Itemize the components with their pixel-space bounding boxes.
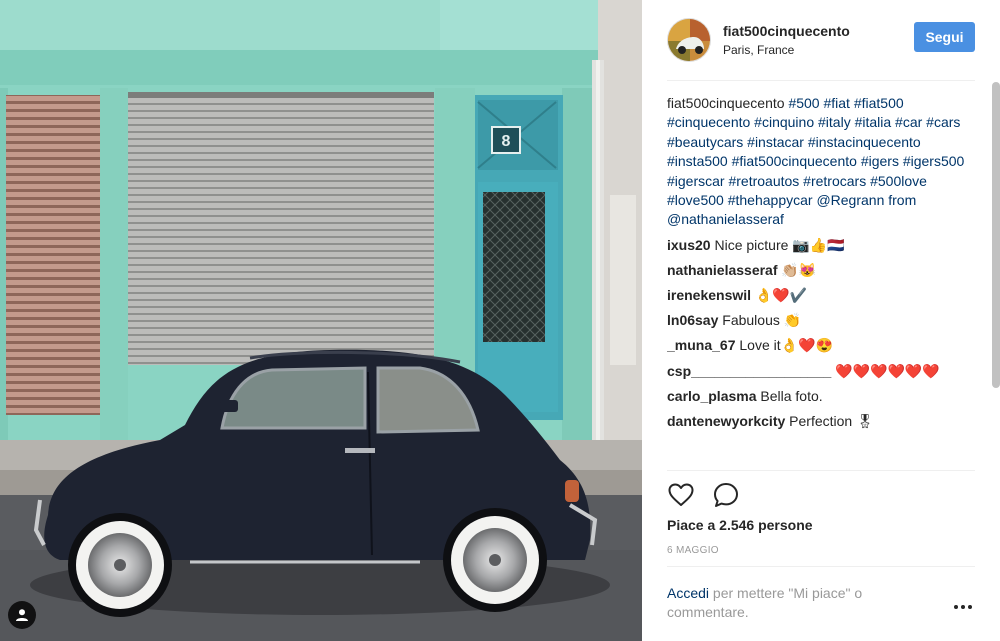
comment-username[interactable]: _muna_67 <box>667 337 735 353</box>
comment-text: ❤️❤️❤️❤️❤️❤️ <box>835 362 940 379</box>
login-prompt: Accedi per mettere "Mi piace" o commenta… <box>667 584 927 622</box>
comment-username[interactable]: carlo_plasma <box>667 388 757 404</box>
house-number: 8 <box>502 133 511 150</box>
comment-item: _muna_67 Love it👌❤️😍 <box>667 336 975 355</box>
more-options-button[interactable] <box>952 597 974 617</box>
caption-username[interactable]: fiat500cinquecento <box>667 95 785 111</box>
comment-item: carlo_plasma Bella foto. <box>667 387 975 406</box>
avatar-image <box>668 19 710 61</box>
header-divider <box>667 80 975 81</box>
post-photo[interactable]: 8 <box>0 0 642 641</box>
more-options-icon <box>968 605 972 609</box>
post-caption: fiat500cinquecento #500 #fiat #fiat500 #… <box>667 94 975 230</box>
comment-text: 👌❤️✔️ <box>754 287 808 304</box>
comment-button[interactable] <box>712 481 740 509</box>
like-button[interactable] <box>667 481 695 509</box>
comment-item: irenekenswil 👌❤️✔️ <box>667 286 975 305</box>
username-link[interactable]: fiat500cinquecento <box>723 22 850 40</box>
comments-scrollbar[interactable] <box>992 82 1000 388</box>
follow-button[interactable]: Segui <box>914 22 975 52</box>
footer-divider <box>667 566 975 567</box>
location-link[interactable]: Paris, France <box>723 42 850 58</box>
comment-item: dantenewyorkcity Perfection 🎖 <box>667 412 975 431</box>
person-tag-icon <box>16 609 28 621</box>
heart-icon <box>668 483 694 506</box>
comment-username[interactable]: csp__________________ <box>667 363 831 379</box>
comment-username[interactable]: irenekenswil <box>667 287 751 303</box>
comment-username[interactable]: ln06say <box>667 312 718 328</box>
likes-count[interactable]: Piace a 2.546 persone <box>667 517 813 533</box>
comment-username[interactable]: nathanielasseraf <box>667 262 778 278</box>
comment-text: Fabulous 👏 <box>722 312 802 329</box>
comment-item: csp__________________ ❤️❤️❤️❤️❤️❤️ <box>667 362 975 381</box>
comment-text: Bella foto. <box>760 387 823 404</box>
more-options-icon <box>954 605 958 609</box>
fiat-500-photo: 8 <box>0 0 642 641</box>
caption-text[interactable]: #500 #fiat #fiat500 #cinquecento #cinqui… <box>667 95 964 227</box>
comment-text: 👏🏼😻 <box>781 261 817 278</box>
comment-username[interactable]: dantenewyorkcity <box>667 413 785 429</box>
post-date[interactable]: 6 MAGGIO <box>667 545 719 556</box>
comment-text: Perfection 🎖 <box>789 413 874 430</box>
post-panel: fiat500cinquecento Paris, France Segui f… <box>642 0 1000 641</box>
more-options-icon <box>961 605 965 609</box>
comments-list[interactable]: fiat500cinquecento #500 #fiat #fiat500 #… <box>667 94 975 470</box>
comment-text: Nice picture 📷👍🇳🇱 <box>714 236 845 253</box>
actions-divider <box>667 470 975 471</box>
comment-username[interactable]: ixus20 <box>667 237 711 253</box>
action-bar <box>667 481 740 509</box>
login-link[interactable]: Accedi <box>667 585 709 601</box>
avatar[interactable] <box>667 18 711 62</box>
user-tag-button[interactable] <box>8 601 36 629</box>
comment-item: ixus20 Nice picture 📷👍🇳🇱 <box>667 236 975 255</box>
comment-text: Love it👌❤️😍 <box>739 337 833 354</box>
comment-item: nathanielasseraf 👏🏼😻 <box>667 261 975 280</box>
post-header: fiat500cinquecento Paris, France Segui <box>642 0 1000 80</box>
comment-item: ln06say Fabulous 👏 <box>667 311 975 330</box>
comment-bubble-icon <box>714 483 738 507</box>
